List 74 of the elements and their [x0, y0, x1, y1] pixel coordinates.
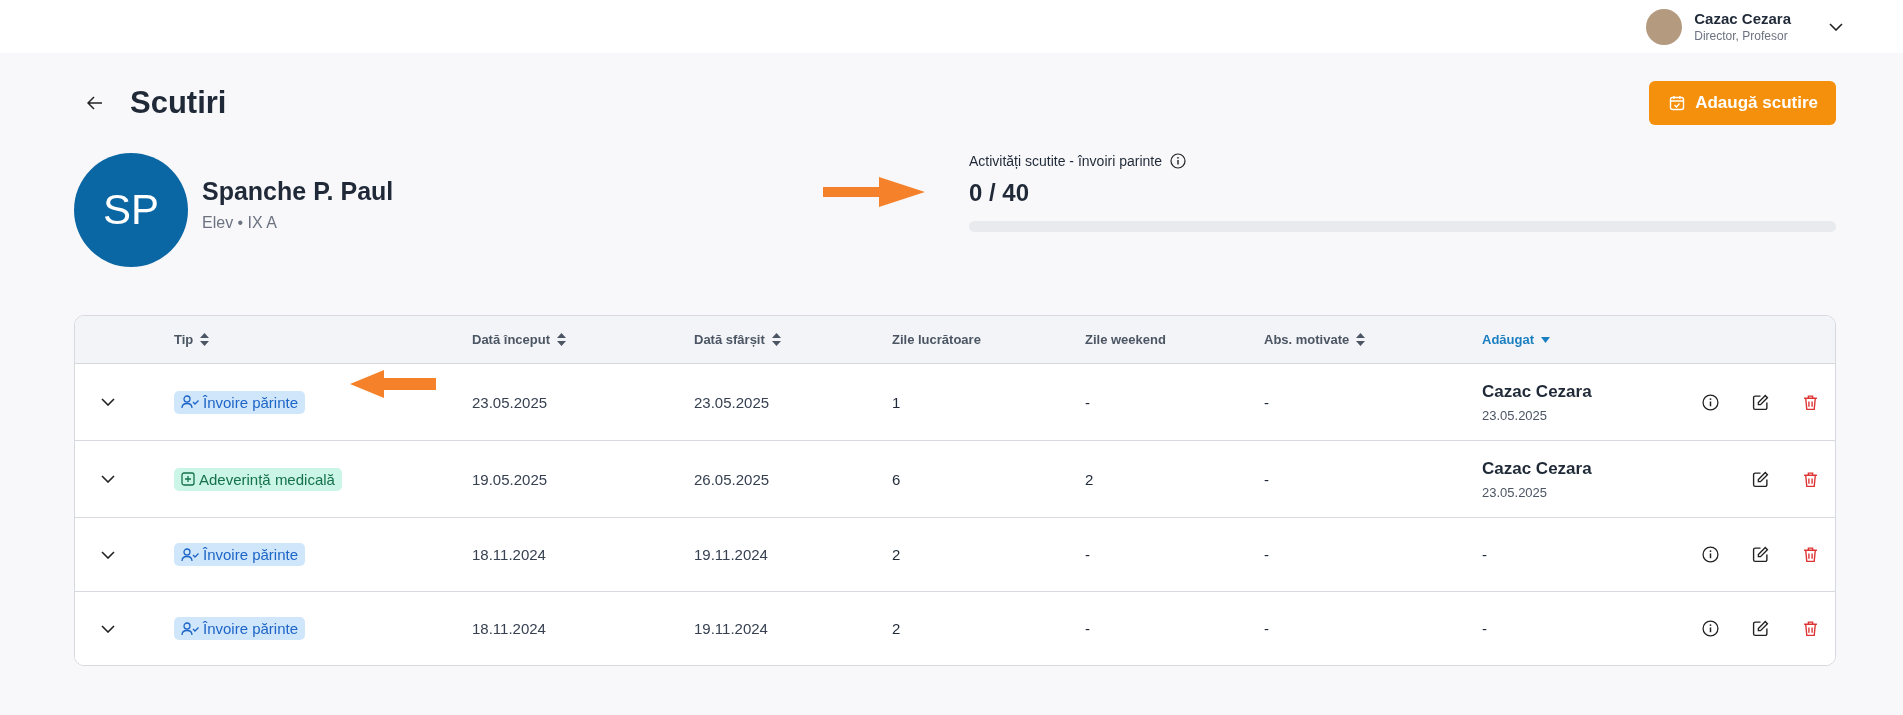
- column-header[interactable]: Dată început: [472, 332, 550, 347]
- pencil-square-icon: [1751, 546, 1769, 563]
- table-cell-text: -: [1264, 546, 1270, 563]
- student-initials-avatar: SP: [74, 153, 188, 267]
- page-title: Scutiri: [130, 85, 227, 121]
- user-name: Cazac Cezara: [1694, 10, 1791, 27]
- table-cell-text: 2: [892, 546, 902, 563]
- pencil-square-icon: [1751, 620, 1769, 637]
- trash-icon: [1801, 393, 1819, 411]
- column-header[interactable]: Dată sfârșit: [694, 332, 765, 347]
- table-cell-text: 19.11.2024: [694, 546, 769, 563]
- table-cell-text: -: [1264, 393, 1270, 411]
- user-avatar: [1646, 8, 1683, 45]
- sort-icon[interactable]: [771, 333, 781, 346]
- expand-chevron-icon[interactable]: [101, 398, 115, 406]
- user-check-icon: [181, 395, 199, 409]
- expand-chevron-icon[interactable]: [101, 475, 115, 483]
- trash-icon: [1801, 620, 1819, 637]
- sort-descending-icon[interactable]: [1541, 336, 1550, 343]
- quota-reading: 0 / 40: [969, 179, 1031, 207]
- added-by-name: -: [1482, 620, 1488, 637]
- exemption-type-tag: Învoire părinte: [174, 617, 306, 640]
- student-name: Spanche P. Paul: [202, 176, 394, 206]
- info-icon: [1701, 393, 1719, 411]
- chevron-down-icon[interactable]: [1829, 22, 1843, 31]
- table-cell-text: 2: [892, 620, 902, 637]
- exemption-type-tag: Învoire părinte: [174, 543, 306, 566]
- column-header[interactable]: Adăugat: [1482, 332, 1534, 347]
- table-cell-text: 26.05.2025: [694, 470, 771, 488]
- student-class: Elev • IX A: [202, 213, 278, 232]
- sort-icon[interactable]: [557, 333, 566, 346]
- pencil-square-icon: [1751, 470, 1769, 488]
- plus-square-icon: [181, 472, 195, 486]
- table-cell-text: -: [1264, 620, 1270, 637]
- expand-chevron-icon[interactable]: [101, 624, 115, 633]
- quota-label: Activități scutite - învoiri parinte: [969, 153, 1162, 169]
- added-date: 23.05.2025: [1482, 484, 1549, 500]
- table-cell-text: -: [1264, 470, 1270, 488]
- sort-icon[interactable]: [1356, 333, 1366, 346]
- added-by-name: Cazac Cezara: [1482, 458, 1593, 479]
- sort-icon[interactable]: [200, 333, 210, 346]
- column-header[interactable]: Abs. motivate: [1264, 332, 1350, 347]
- added-date: 23.05.2025: [1482, 407, 1549, 423]
- pencil-square-icon: [1751, 393, 1769, 411]
- table-cell-text: 23.05.2025: [472, 393, 549, 411]
- table-cell-text: -: [1085, 620, 1091, 637]
- table-cell-text: 19.05.2025: [472, 470, 549, 488]
- exemption-type-tag: Învoire părinte: [174, 390, 306, 414]
- table-cell-text: 23.05.2025: [694, 393, 771, 411]
- calendar-check-icon: [1669, 95, 1686, 111]
- info-icon: [1701, 620, 1719, 637]
- user-role: Director, Profesor: [1694, 29, 1789, 43]
- table-cell-text: 6: [892, 470, 902, 488]
- table-cell-text: 1: [892, 393, 902, 411]
- expand-chevron-icon[interactable]: [101, 550, 115, 559]
- user-check-icon: [181, 547, 199, 562]
- user-check-icon: [181, 621, 199, 636]
- info-icon[interactable]: [1169, 153, 1186, 169]
- table-cell-text: 18.11.2024: [472, 620, 547, 637]
- exemption-type-tag: Adeverință medicală: [174, 467, 342, 491]
- trash-icon: [1801, 470, 1819, 488]
- back-arrow-icon[interactable]: [87, 96, 103, 110]
- column-header: Zile weekend: [1085, 332, 1166, 347]
- column-header[interactable]: Tip: [174, 332, 194, 347]
- table-cell-text: 19.11.2024: [694, 620, 769, 637]
- trash-icon: [1801, 546, 1819, 563]
- added-by-name: -: [1482, 546, 1488, 563]
- table-cell-text: -: [1085, 393, 1091, 411]
- added-by-name: Cazac Cezara: [1482, 381, 1593, 402]
- table-cell-text: 18.11.2024: [472, 546, 547, 563]
- table-cell-text: 2: [1085, 470, 1095, 488]
- info-icon: [1701, 546, 1719, 563]
- table-cell-text: -: [1085, 546, 1091, 563]
- column-header: Zile lucrătoare: [892, 332, 981, 347]
